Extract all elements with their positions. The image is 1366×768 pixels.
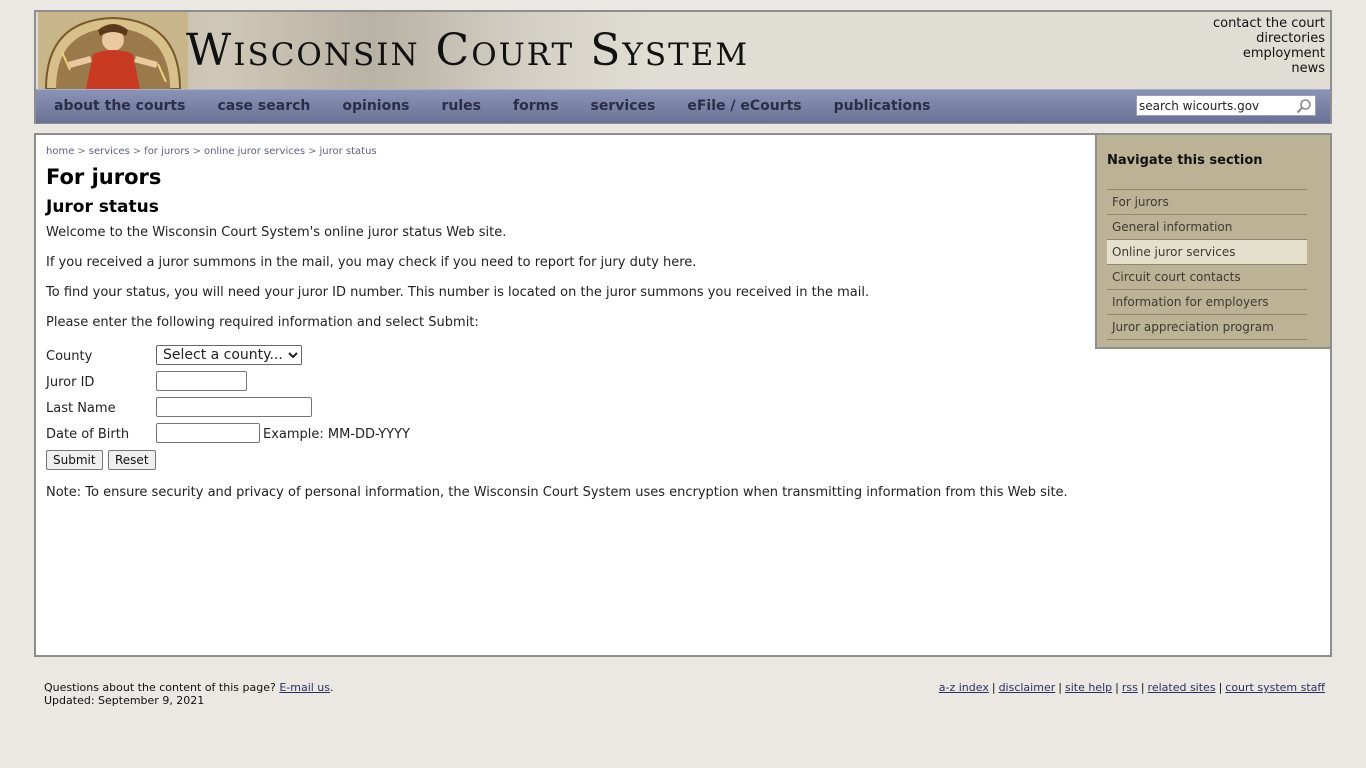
disclaimer-link[interactable]: disclaimer: [999, 681, 1056, 694]
site-help-link[interactable]: site help: [1065, 681, 1112, 694]
instructions-paragraph: Please enter the following required info…: [46, 315, 479, 330]
nav-item: services: [575, 90, 672, 123]
juror-id-row: Juror ID: [46, 371, 1096, 397]
nav-opinions[interactable]: opinions: [326, 90, 425, 123]
breadcrumb-separator: >: [77, 146, 86, 157]
breadcrumb: home > services > for jurors > online juror se…: [46, 145, 1096, 159]
welcome-paragraph: Welcome to the Wisconsin Court System's …: [46, 225, 507, 240]
nav-item: eFile / eCourts: [671, 90, 817, 123]
dob-row: Date of Birth Example: MM-DD-YYYY: [46, 423, 1096, 449]
nav-about-the-courts[interactable]: about the courts: [38, 90, 201, 123]
county-row: County Select a county...: [46, 345, 1096, 371]
nav-efile-ecourts[interactable]: eFile / eCourts: [671, 90, 817, 123]
section-nav-item: For jurors: [1107, 190, 1307, 215]
dob-example: Example: MM-DD-YYYY: [263, 427, 410, 442]
dob-input[interactable]: [156, 423, 260, 443]
nav-item: case search: [201, 90, 326, 123]
juror-id-paragraph: To find your status, you will need your …: [46, 285, 870, 300]
employment-link[interactable]: employment: [1213, 46, 1325, 61]
breadcrumb-services[interactable]: services: [89, 146, 130, 157]
section-nav-item: Circuit court contacts: [1107, 265, 1307, 290]
section-nav-item: Information for employers: [1107, 290, 1307, 315]
footer-link-separator: |: [1058, 681, 1062, 694]
sidenav-item-general-information[interactable]: General information: [1107, 215, 1307, 239]
nav-rules[interactable]: rules: [426, 90, 498, 123]
footer-question-suffix: .: [330, 681, 334, 694]
section-nav-title: Navigate this section: [1107, 153, 1263, 168]
breadcrumb-online-juror-services[interactable]: online juror services: [204, 146, 305, 157]
breadcrumb-juror-status[interactable]: juror status: [319, 146, 376, 157]
section-nav-list: For jurors General information Online ju…: [1107, 189, 1307, 340]
utility-links: contact the court directories employment…: [1213, 16, 1325, 76]
security-note: Note: To ensure security and privacy of …: [46, 485, 1068, 500]
sidenav-item-information-for-employers[interactable]: Information for employers: [1107, 290, 1307, 314]
email-us-link[interactable]: E-mail us: [279, 681, 330, 694]
section-nav-item: Juror appreciation program: [1107, 315, 1307, 340]
reset-button[interactable]: Reset: [108, 450, 156, 470]
site-title: Wisconsin Court System: [186, 25, 750, 76]
section-title: Juror status: [46, 197, 159, 217]
last-name-row: Last Name: [46, 397, 1096, 423]
breadcrumb-separator: >: [308, 146, 317, 157]
breadcrumb-for-jurors[interactable]: for jurors: [144, 146, 189, 157]
nav-forms[interactable]: forms: [497, 90, 575, 123]
nav-services[interactable]: services: [575, 90, 672, 123]
county-label: County: [46, 349, 93, 364]
juror-id-label: Juror ID: [46, 375, 95, 390]
nav-item: rules: [426, 90, 498, 123]
juror-status-form: County Select a county... Juror ID Last …: [46, 345, 1096, 475]
footer-link-separator: |: [1218, 681, 1223, 694]
submit-button[interactable]: Submit: [46, 450, 103, 470]
summons-paragraph: If you received a juror summons in the m…: [46, 255, 697, 270]
updated-date: Updated: September 9, 2021: [44, 694, 205, 707]
main-panel: home > services > for jurors > online juror se…: [34, 133, 1332, 657]
directories-link[interactable]: directories: [1213, 31, 1325, 46]
dob-label: Date of Birth: [46, 427, 130, 442]
site-header: Wisconsin Court System contact the court…: [34, 10, 1332, 124]
nav-item: opinions: [326, 90, 425, 123]
sidenav-item-for-jurors[interactable]: For jurors: [1107, 190, 1307, 214]
nav-item: about the courts: [38, 90, 201, 123]
sidenav-item-online-juror-services[interactable]: Online juror services: [1107, 240, 1307, 264]
breadcrumb-home[interactable]: home: [46, 146, 74, 157]
content-area: home > services > for jurors > online juror se…: [46, 135, 1096, 514]
main-navigation: about the courts case search opinions ru…: [36, 89, 1330, 123]
search-input[interactable]: [1139, 97, 1289, 114]
breadcrumb-separator: >: [132, 146, 142, 157]
section-nav-item: General information: [1107, 215, 1307, 240]
breadcrumb-separator: >: [192, 146, 201, 157]
form-buttons: Submit Reset: [46, 449, 1096, 475]
sidenav-item-circuit-court-contacts[interactable]: Circuit court contacts: [1107, 265, 1307, 289]
nav-publications[interactable]: publications: [818, 90, 947, 123]
footer-link-separator: |: [991, 681, 996, 694]
section-navigation: Navigate this section For jurors General…: [1095, 135, 1330, 349]
last-name-input[interactable]: [156, 397, 312, 417]
news-link[interactable]: news: [1213, 61, 1325, 76]
footer-contact: Questions about the content of this page…: [44, 681, 334, 707]
related-sites-link[interactable]: related sites: [1148, 681, 1216, 694]
main-nav-list: about the courts case search opinions ru…: [38, 90, 946, 123]
contact-the-court-link[interactable]: contact the court: [1213, 16, 1325, 31]
magnifier-icon[interactable]: [1296, 98, 1312, 114]
court-system-staff-link[interactable]: court system staff: [1225, 681, 1325, 694]
footer-question-text: Questions about the content of this page…: [44, 681, 276, 694]
site-search: [1136, 95, 1316, 116]
section-nav-item-active: Online juror services: [1107, 240, 1307, 265]
last-name-label: Last Name: [46, 401, 116, 416]
nav-item: forms: [497, 90, 575, 123]
header-banner: Wisconsin Court System: [36, 12, 1330, 89]
az-index-link[interactable]: a-z index: [939, 681, 989, 694]
county-select[interactable]: Select a county...: [156, 345, 302, 365]
footer-question-line: Questions about the content of this page…: [44, 681, 334, 694]
rss-link[interactable]: rss: [1122, 681, 1138, 694]
footer-link-separator: |: [1140, 681, 1145, 694]
nav-case-search[interactable]: case search: [201, 90, 326, 123]
footer-link-separator: |: [1115, 681, 1119, 694]
nav-item: publications: [818, 90, 947, 123]
sidenav-item-juror-appreciation-program[interactable]: Juror appreciation program: [1107, 315, 1307, 339]
juror-id-input[interactable]: [156, 371, 247, 391]
justice-figure-icon: [38, 12, 188, 89]
footer-links: a-z index | disclaimer | site help | rss | relat…: [939, 681, 1325, 694]
page-title: For jurors: [46, 165, 162, 189]
